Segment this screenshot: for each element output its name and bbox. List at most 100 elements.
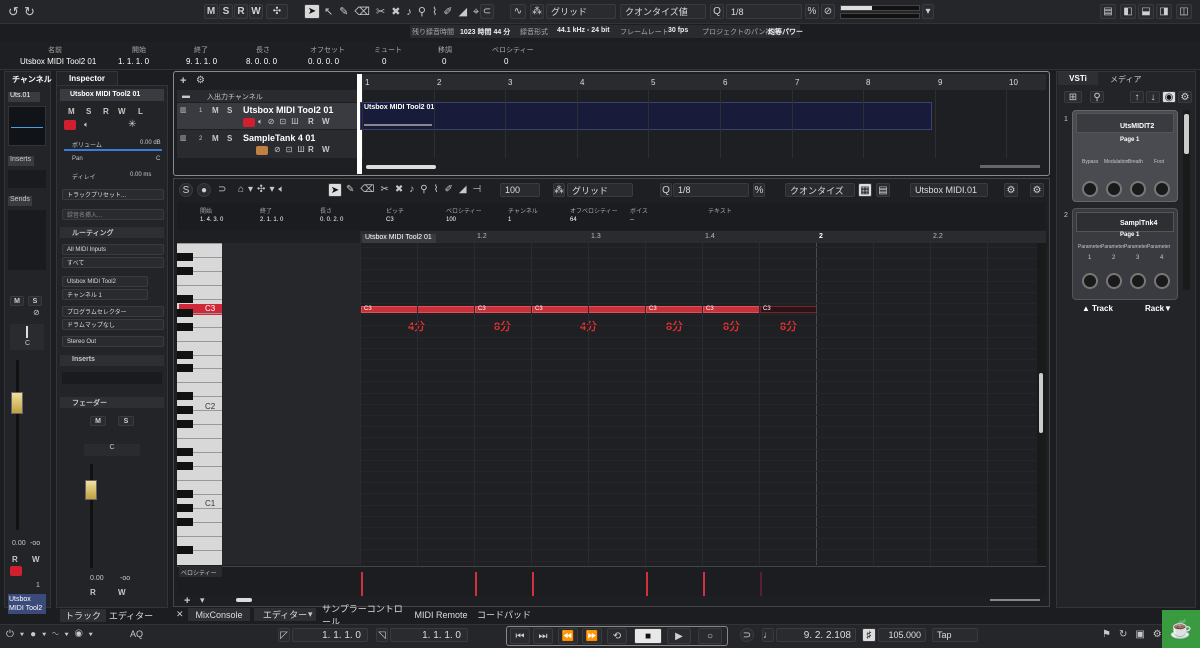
channel-write-button[interactable]: W xyxy=(32,555,40,564)
add-lane-icon[interactable]: + xyxy=(184,595,190,607)
editor-vscroll[interactable] xyxy=(1037,243,1046,565)
record-name-insert[interactable]: 録音名挿入... xyxy=(62,209,164,220)
sends-slot[interactable] xyxy=(8,210,46,270)
note-3[interactable]: C3 xyxy=(532,306,646,313)
channel-name[interactable]: Uts.01 xyxy=(8,92,40,102)
track1-solo[interactable]: S xyxy=(227,106,232,115)
editor-ruler[interactable] xyxy=(360,231,1046,243)
channel-solo-button[interactable]: S xyxy=(28,296,42,306)
track2-name[interactable]: SampleTank 4 01 xyxy=(243,133,315,143)
primary-time-display[interactable]: 9. 2. 2.108 xyxy=(776,628,856,642)
rack-label[interactable]: Rack xyxy=(1145,304,1164,313)
inspector-track-title[interactable]: Utsbox MIDI Tool2 01 xyxy=(60,89,164,101)
record-in-editor-icon[interactable]: ● xyxy=(197,183,211,197)
snap-toggle-icon[interactable]: ∿ xyxy=(510,4,526,19)
info-length[interactable]: 8. 0. 0. 0 xyxy=(246,57,277,66)
inspector-pan[interactable]: C xyxy=(156,156,160,162)
lower-editor-dropdown-icon[interactable]: ▾ xyxy=(308,609,313,620)
transport-right-icons[interactable]: ⚑↻▣⚙ xyxy=(1102,629,1170,640)
channel-fader-handle[interactable] xyxy=(11,392,23,414)
piano-black-key[interactable] xyxy=(177,448,193,456)
inspector-lock[interactable]: L xyxy=(138,107,143,116)
track2-monitor-icon[interactable] xyxy=(256,146,268,155)
piano-black-key[interactable] xyxy=(177,323,193,331)
info-offset[interactable]: 0. 0. 0. 0 xyxy=(308,57,339,66)
editor-grid-dropdown[interactable]: グリッド xyxy=(567,183,633,197)
note-2[interactable]: C3 xyxy=(475,306,532,313)
track-tab[interactable]: トラック xyxy=(60,609,106,622)
go-to-end-icon[interactable]: ⏭ xyxy=(533,628,553,644)
rack-down-arrow-icon[interactable]: ▼ xyxy=(1164,304,1172,313)
piano-black-key[interactable] xyxy=(177,406,193,414)
chord-pads-tab[interactable]: コードパッド xyxy=(476,608,532,621)
fader-section[interactable]: フェーダー xyxy=(60,397,164,408)
editor-info-value-1[interactable]: 2. 1. 1. 0 xyxy=(260,217,283,223)
editor-hscroll[interactable] xyxy=(236,598,252,602)
velocity-lane-label[interactable]: ベロシティー xyxy=(179,566,222,577)
inspector-mute[interactable]: M xyxy=(68,107,75,116)
tempo-value[interactable]: 105.000 xyxy=(878,628,926,642)
inst2-knob-4[interactable] xyxy=(1154,273,1170,289)
right-locator-icon[interactable]: ◹ xyxy=(376,628,388,642)
search-icon[interactable]: ⚲ xyxy=(1090,91,1104,103)
velocity-bar-1[interactable] xyxy=(361,572,363,596)
cycle-icon[interactable]: ⟲ xyxy=(607,628,627,644)
note-5[interactable]: C3 xyxy=(703,306,760,313)
channel-pan[interactable]: C xyxy=(10,324,44,350)
punch-icon[interactable]: ⊃ xyxy=(740,628,754,642)
record-icon[interactable]: ○ xyxy=(698,628,722,644)
stop-icon[interactable]: ■ xyxy=(634,628,662,644)
editor-quantize-dropdown[interactable]: 1/8 xyxy=(673,183,749,197)
editor-chord-icon[interactable]: ▤ xyxy=(876,183,890,197)
midi-part[interactable] xyxy=(360,102,932,130)
editor-info-value-3[interactable]: C3 xyxy=(386,217,394,223)
piano-black-key[interactable] xyxy=(177,351,193,359)
piano-black-key[interactable] xyxy=(177,546,193,554)
editor-info-value-7[interactable]: -- xyxy=(630,217,634,223)
lane-menu-icon[interactable]: ▾ xyxy=(200,595,205,606)
editor-info-value-0[interactable]: 1. 4. 3. 0 xyxy=(200,217,223,223)
midi-input-dropdown[interactable]: All MIDI Inputs xyxy=(62,244,164,255)
editor-iterative-icon[interactable]: % xyxy=(753,183,765,197)
inserts-section[interactable]: Inserts xyxy=(60,355,164,366)
track-preset-icon[interactable]: ⚙ xyxy=(196,75,205,86)
inst1-knob-2[interactable] xyxy=(1106,181,1122,197)
lower-zone-icon[interactable]: ⬓ xyxy=(1138,4,1154,19)
sends-button[interactable]: Sends xyxy=(8,196,32,206)
editor-info-value-5[interactable]: 1 xyxy=(508,217,511,223)
routing-section[interactable]: ルーティング xyxy=(60,227,164,238)
tool-icons[interactable]: ↖✎⌫✂✖♪⚲⌇✐◢⌖ xyxy=(324,5,485,19)
editor-more-icon[interactable]: ⚙ xyxy=(1030,183,1044,197)
inspector-volume[interactable]: 0.00 dB xyxy=(140,140,161,146)
close-lower-zone-icon[interactable]: ✕ xyxy=(176,609,184,620)
fader-read[interactable]: R xyxy=(90,588,96,597)
program-selector[interactable]: プログラムセレクター xyxy=(62,306,164,317)
automation-mode-icon[interactable]: ✣ xyxy=(266,4,288,19)
velocity-lane[interactable] xyxy=(177,566,1046,596)
quantize-type-dropdown[interactable]: クオンタイズ値 xyxy=(620,4,706,19)
tap-tempo[interactable]: Tap xyxy=(932,628,978,642)
meter-dropdown-icon[interactable]: ▾ xyxy=(922,4,934,19)
inst2-knob-3[interactable] xyxy=(1130,273,1146,289)
quantize-icon[interactable]: Q xyxy=(710,4,724,19)
media-tab[interactable]: メディア xyxy=(1110,74,1141,85)
quantize-apply-icon[interactable]: ⊘ xyxy=(821,4,835,19)
inst2-knob-1[interactable] xyxy=(1082,273,1098,289)
velocity-bar-2[interactable] xyxy=(475,572,477,596)
inspector-tab[interactable]: Inspector xyxy=(56,71,118,85)
editor-quantize-icon[interactable]: Q xyxy=(660,183,672,197)
left-locator[interactable]: 1. 1. 1. 0 xyxy=(292,628,368,642)
undo-icon[interactable]: ↺ xyxy=(8,4,19,20)
inspector-volume-bar[interactable] xyxy=(64,149,162,151)
solo-all-button[interactable]: S xyxy=(219,4,233,19)
write-all-button[interactable]: W xyxy=(249,4,263,19)
editor-info-value-4[interactable]: 100 xyxy=(446,217,456,223)
note-1[interactable]: C3 xyxy=(361,306,475,313)
piano-black-key[interactable] xyxy=(177,490,193,498)
velocity-bar-6[interactable] xyxy=(760,572,762,596)
go-to-start-icon[interactable]: ⏮ xyxy=(510,628,530,644)
piano-black-key[interactable] xyxy=(177,295,193,303)
auto-quantize[interactable]: AQ xyxy=(130,629,143,639)
note-4[interactable]: C3 xyxy=(646,306,703,313)
inspector-write[interactable]: W xyxy=(118,107,126,116)
